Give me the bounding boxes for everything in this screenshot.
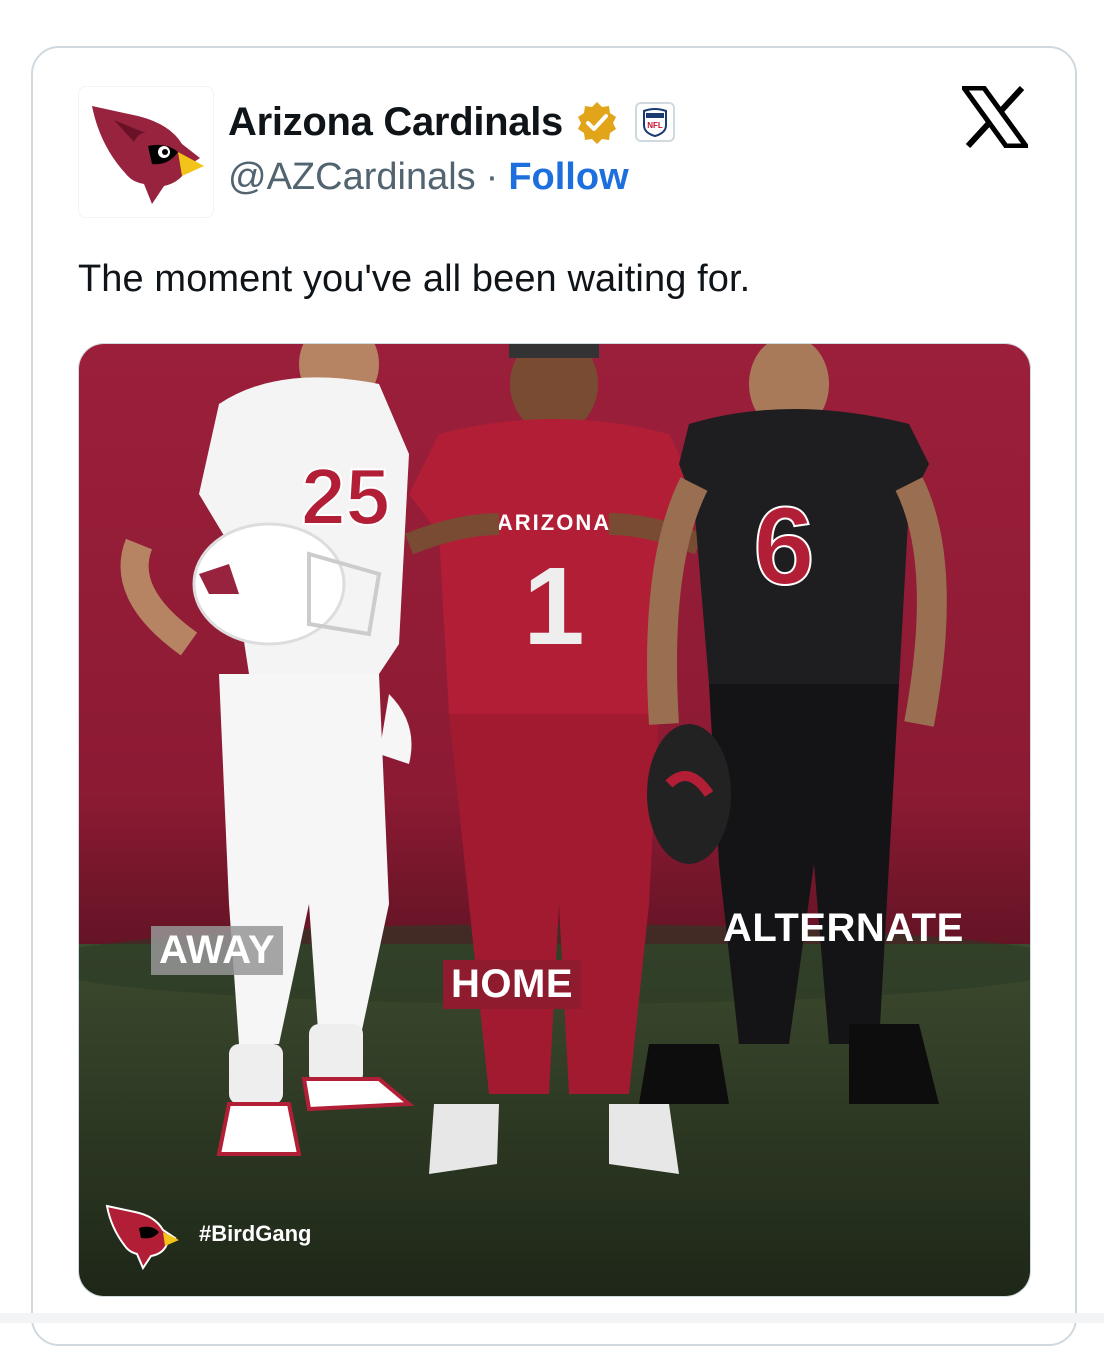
label-alternate: ALTERNATE <box>723 906 964 950</box>
author-name[interactable]: Arizona Cardinals <box>228 100 563 145</box>
svg-text:ARIZONA: ARIZONA <box>497 510 611 535</box>
avatar[interactable] <box>78 86 214 218</box>
svg-text:25: 25 <box>301 452 390 541</box>
uniform-photo: 25 ARIZONA 1 6 <box>79 344 1030 1296</box>
x-logo-icon[interactable] <box>962 86 1028 148</box>
svg-text:NFL: NFL <box>647 121 663 130</box>
hashtag-text: #BirdGang <box>199 1221 312 1246</box>
nfl-affiliate-badge[interactable]: NFL <box>634 102 675 142</box>
nfl-shield-icon: NFL <box>642 108 667 137</box>
tweet-text: The moment you've all been waiting for. <box>78 258 751 300</box>
cardinals-logo-icon <box>92 106 204 204</box>
follow-button[interactable]: Follow <box>508 156 628 199</box>
label-away: AWAY <box>151 926 284 975</box>
verified-badge-icon <box>577 102 616 144</box>
label-home: HOME <box>443 960 581 1009</box>
separator-dot: · <box>485 156 499 198</box>
svg-text:1: 1 <box>523 545 584 668</box>
svg-text:6: 6 <box>753 485 814 608</box>
bottom-divider <box>0 1313 1104 1323</box>
tweet-media-image[interactable]: 25 ARIZONA 1 6 AWAY HOME ALTERNATE #Bird… <box>78 343 1031 1297</box>
author-handle[interactable]: @AZCardinals <box>228 156 476 199</box>
